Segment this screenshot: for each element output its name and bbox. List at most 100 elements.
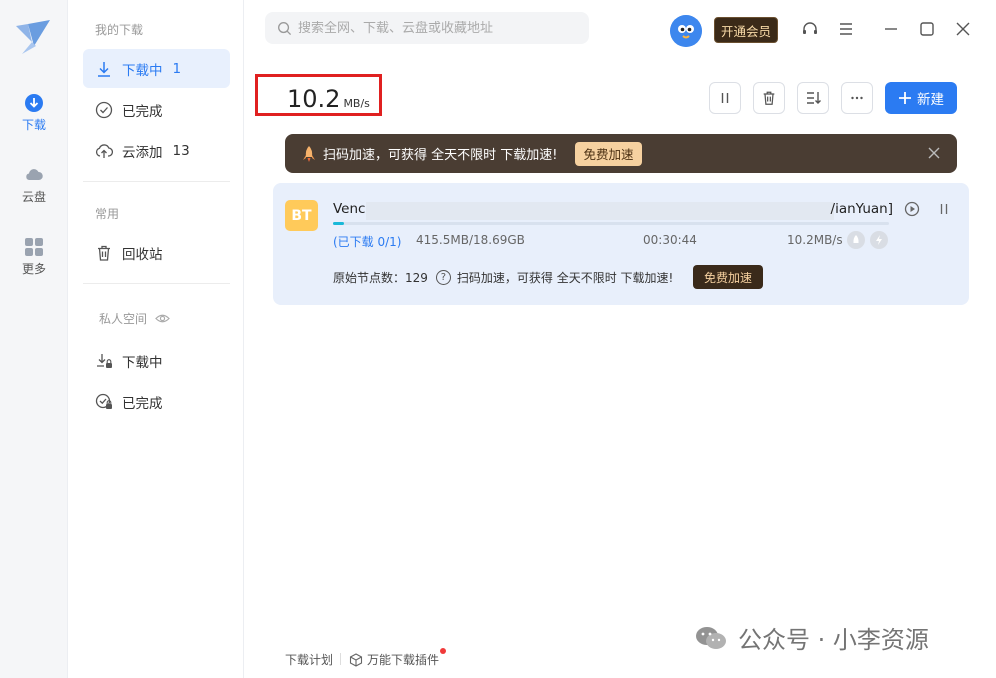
eye-icon[interactable] [155,311,170,326]
nav-item-private-completed[interactable]: 已完成 [83,382,230,421]
task-remaining-time: 00:30:44 [643,233,697,247]
new-task-label: 新建 [917,92,944,108]
plus-icon [899,92,911,104]
sort-icon [807,92,821,104]
pause-icon [721,93,729,103]
download-nav-panel: 我的下载 下载中 1 已完成 云添加 13 常用 回收站 私人空间 下载中 已完… [69,0,244,678]
download-plan-label: 下载计划 [285,653,334,667]
rail-item-cloud[interactable]: 云盘 [0,165,68,205]
banner-close-icon[interactable] [927,146,941,160]
delete-button[interactable] [753,82,785,114]
section-common: 常用 [95,207,120,221]
open-vip-button[interactable]: 开通会员 [714,17,779,43]
search-icon [278,21,292,35]
play-circle-icon[interactable] [904,201,920,217]
task-status: (已下载 0/1) [333,235,402,249]
cloud-upload-icon [95,143,113,158]
total-speed-value: 10.2 [287,85,341,113]
task-name: Venc /ianYuan] [333,201,893,220]
nav-label-downloading: 下载中 [122,62,163,79]
trash-icon [98,245,110,261]
nav-item-cloud-added[interactable]: 云添加 13 [83,131,230,170]
universal-plugin-link[interactable]: 万能下载插件 [349,651,439,668]
apps-grid-icon [25,238,43,256]
task-progress-fill [333,222,345,225]
rocket-boost-icon[interactable] [847,231,865,249]
nav-count-downloading: 1 [172,60,182,77]
task-name-start: Venc [333,201,366,217]
task-node-count: 原始节点数：129 [333,271,428,285]
locked-check-icon [95,393,112,409]
nav-count-cloud-added: 13 [172,142,190,159]
section-my-downloads: 我的下载 [95,23,144,37]
pause-all-button[interactable] [709,82,741,114]
footer-divider [340,653,341,665]
left-rail: 下载 云盘 更多 [0,0,68,678]
cloud-icon [26,169,43,180]
universal-plugin-label: 万能下载插件 [367,653,440,667]
total-speed-unit: MB/s [343,97,370,110]
total-speed-highlight: 10.2 MB/s [255,74,382,116]
task-progress-bar [333,222,889,225]
nav-divider [83,283,230,284]
nav-item-downloading[interactable]: 下载中 1 [83,49,230,88]
nav-label-private-downloading: 下载中 [122,354,163,371]
nav-label-completed: 已完成 [122,103,163,120]
wechat-icon [696,626,726,649]
rail-label-download: 下载 [21,118,46,132]
nav-item-completed[interactable]: 已完成 [83,90,230,129]
task-node-info: 原始节点数：129 ? 扫码加速，可获得 全天不限时 下载加速! [333,269,673,286]
accelerate-banner: 扫码加速，可获得 全天不限时 下载加速! 免费加速 [285,134,957,173]
watermark-text: 公众号 · 小李资源 [738,626,929,654]
rocket-icon [303,145,315,162]
trash-icon [763,91,775,105]
download-plan-link[interactable]: 下载计划 [285,651,333,668]
rail-item-more[interactable]: 更多 [0,237,68,277]
task-speed: 10.2MB/s [787,233,843,247]
locked-download-icon [97,353,112,368]
lightning-boost-icon[interactable] [870,231,888,249]
nav-label-recycle: 回收站 [122,246,163,263]
wechat-watermark: 公众号 · 小李资源 [694,620,929,655]
task-name-redacted [366,202,834,220]
user-avatar-icon [670,15,702,47]
pause-icon[interactable] [936,201,952,217]
download-arrow-icon [98,61,110,77]
help-question-icon[interactable]: ? [435,270,451,285]
private-space-label: 私人空间 [99,312,148,326]
main-content: 开通会员 10.2 MB/s [245,0,996,678]
task-free-accelerate-button[interactable]: 免费加速 [693,265,764,289]
rail-label-more: 更多 [21,262,46,276]
nav-item-private-downloading[interactable]: 下载中 [83,341,230,380]
nav-label-private-completed: 已完成 [122,395,163,412]
more-horizontal-icon [851,96,863,100]
app-logo-icon [16,20,50,54]
nav-item-recycle-bin[interactable]: 回收站 [83,233,230,272]
more-options-button[interactable] [841,82,873,114]
rail-item-download[interactable]: 下载 [0,93,68,133]
section-private-space: 私人空间 [99,310,170,327]
nav-label-cloud-added: 云添加 [122,144,163,161]
cube-plugin-icon [349,652,363,667]
task-name-end: /ianYuan] [830,201,893,217]
avatar[interactable] [670,15,702,47]
task-accelerate-text: 扫码加速，可获得 全天不限时 下载加速! [456,271,674,285]
search-bar[interactable] [265,12,589,44]
maximize-icon[interactable] [918,20,936,38]
bt-file-icon: BT [285,200,318,231]
headset-support-icon[interactable] [801,20,819,38]
minimize-icon[interactable] [882,20,900,38]
search-input[interactable] [298,20,588,36]
sort-button[interactable] [797,82,829,114]
new-task-button[interactable]: 新建 [885,82,957,114]
banner-text: 扫码加速，可获得 全天不限时 下载加速! [323,148,558,163]
banner-free-accelerate-button[interactable]: 免费加速 [575,141,642,166]
nav-divider [83,181,230,182]
close-icon[interactable] [954,20,972,38]
task-size: 415.5MB/18.69GB [416,233,525,247]
menu-icon[interactable] [837,20,855,38]
download-task-card[interactable]: BT Venc /ianYuan] (已下载 0/1) 415.5MB/18.6… [273,183,969,305]
app-window: 下载 云盘 更多 我的下载 下载中 1 已完成 云添加 13 常用 回收站 私人… [0,0,996,678]
check-circle-icon [95,101,113,118]
download-circle-icon [25,94,43,112]
